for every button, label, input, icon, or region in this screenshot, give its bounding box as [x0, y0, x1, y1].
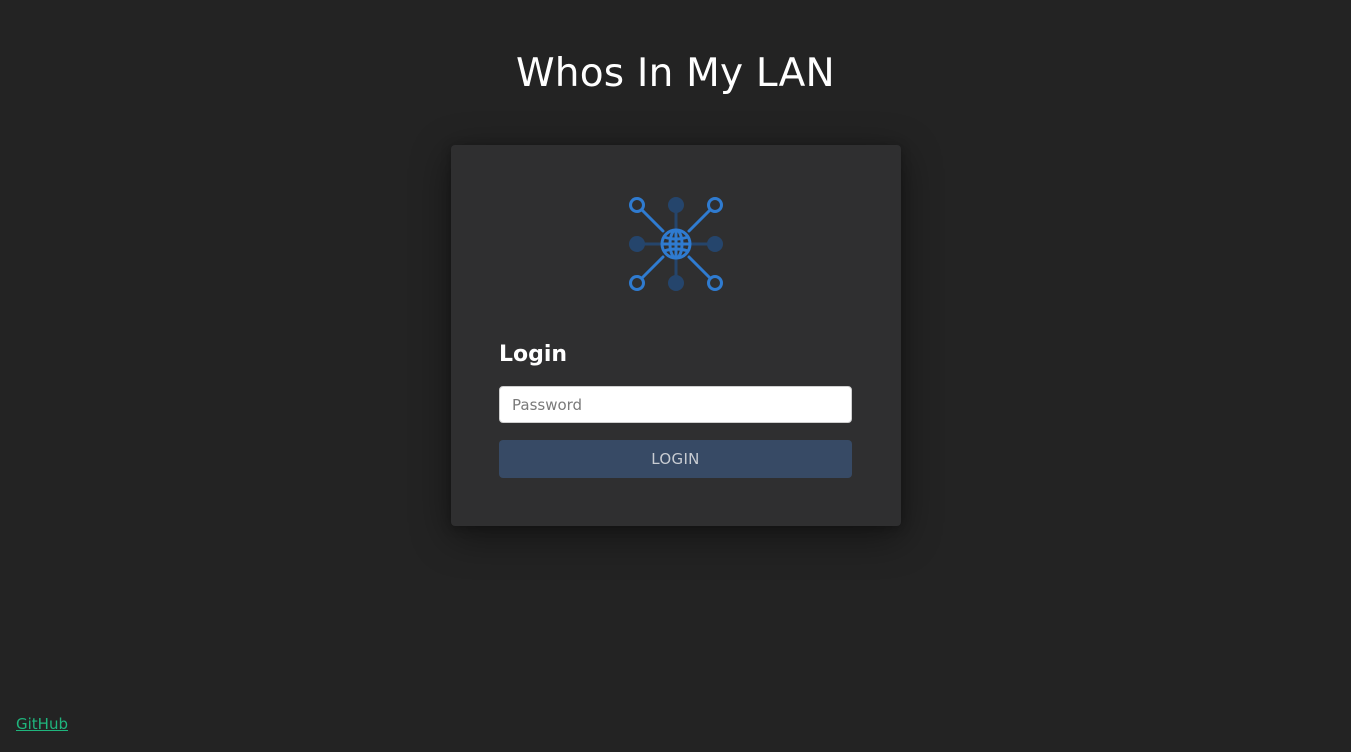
login-heading: Login [499, 342, 568, 367]
page-title: Whos In My LAN [516, 51, 835, 96]
github-link[interactable]: GitHub [16, 714, 68, 734]
network-globe-icon [629, 197, 723, 291]
password-input[interactable] [499, 386, 852, 423]
login-card: Login LOGIN [451, 145, 901, 526]
login-button[interactable]: LOGIN [499, 440, 852, 478]
login-page: Whos In My LAN Login LOGIN GitHub [0, 0, 1351, 752]
